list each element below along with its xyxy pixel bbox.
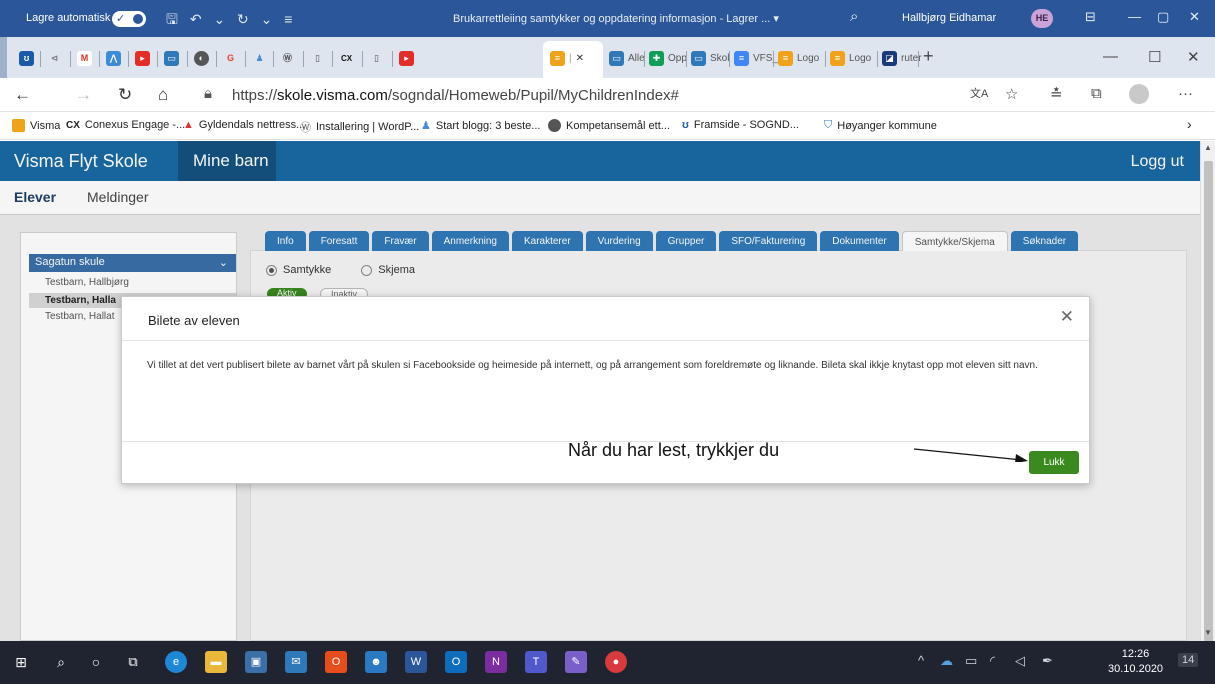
battery-icon[interactable]: ▭ bbox=[965, 653, 977, 669]
wifi-icon[interactable]: ◜ bbox=[990, 653, 995, 669]
browser-tab-strip: ʊ ⊲ M ⋀ ▸ ▭ ◐ G ♟ Ⓦ ▯ CX ▯ ▸ ≡ | ✕ ▭ Alle ✚… bbox=[0, 37, 1215, 78]
word-title-bar: Lagre automatisk ✓ 🖫 ↶ ⌄ ↻ ⌄ ≡ Brukarret… bbox=[0, 0, 1215, 37]
home-icon[interactable]: ⌂ bbox=[158, 85, 168, 105]
lukk-button[interactable]: Lukk bbox=[1029, 451, 1079, 474]
modal-close-icon[interactable]: ✕ bbox=[1060, 307, 1074, 327]
pen-icon[interactable]: ✒ bbox=[1042, 653, 1053, 669]
user-name[interactable]: Hallbjørg Eidhamar bbox=[902, 12, 996, 24]
store-icon[interactable]: ▣ bbox=[245, 651, 267, 673]
bookmark-gyldendal[interactable]: ▲ Gyldendals nettress... bbox=[183, 119, 305, 131]
address-bar: ← → ↻ ⌂ 🔒︎ https://skole.visma.com/sognd… bbox=[0, 78, 1215, 112]
page-scrollbar[interactable]: ▲ ▼ bbox=[1200, 141, 1215, 656]
tab-visma-active[interactable]: ≡ | ✕ bbox=[550, 47, 584, 69]
word-icon[interactable]: W bbox=[405, 651, 427, 673]
volume-icon[interactable]: ◁ bbox=[1015, 653, 1025, 669]
tab-youtube2[interactable]: ▸ bbox=[399, 47, 414, 69]
whiteboard-icon[interactable]: ✎ bbox=[565, 651, 587, 673]
divider bbox=[122, 340, 1089, 341]
tab-framside[interactable]: ʊ bbox=[19, 47, 34, 69]
tab-vfs[interactable]: ≡ VFS_ bbox=[734, 47, 778, 69]
ribbon-display-icon[interactable]: ⊟ bbox=[1085, 9, 1096, 25]
bookmark-visma[interactable]: Visma bbox=[12, 119, 60, 132]
quick-access-icons[interactable]: 🖫 ↶ ⌄ ↻ ⌄ ≡ bbox=[166, 9, 296, 33]
tab-blogg[interactable]: ♟ bbox=[252, 47, 267, 69]
browser-maximize-icon[interactable]: ☐ bbox=[1148, 48, 1161, 66]
user-avatar[interactable]: HE bbox=[1031, 9, 1053, 28]
consent-modal: Bilete av eleven ✕ Vi tillet at det vert… bbox=[121, 296, 1090, 484]
bookmark-wordpress[interactable]: Ⓦ Installering | WordP... bbox=[300, 119, 419, 135]
lock-icon[interactable]: 🔒︎ bbox=[204, 85, 212, 102]
onenote-icon[interactable]: N bbox=[485, 651, 507, 673]
bookmark-kompetanse[interactable]: Kompetansemål ett... bbox=[548, 119, 670, 132]
tab-blue[interactable]: ▭ bbox=[164, 47, 179, 69]
tab-ruter[interactable]: ◪ ruter bbox=[882, 47, 922, 69]
tab-conexus[interactable]: CX bbox=[339, 47, 354, 69]
edge-icon[interactable]: e bbox=[165, 651, 187, 673]
tab-logo1[interactable]: ≡ Logo bbox=[778, 47, 819, 69]
windows-taskbar: ⊞ ⌕ ○ ⧉ e ▬ ▣ ✉ O ☻ W O N T ✎ ● ^ ☁ ▭ ◜ … bbox=[0, 641, 1215, 684]
bookmark-hoyanger[interactable]: ⛉ Høyanger kommune bbox=[824, 119, 937, 132]
forward-icon[interactable]: → bbox=[75, 85, 92, 105]
tab-doc2[interactable]: ▯ bbox=[369, 47, 384, 69]
restore-icon[interactable]: ▢ bbox=[1157, 9, 1169, 25]
favorites-list-icon[interactable]: ≛ bbox=[1050, 85, 1063, 103]
notifications-icon[interactable]: 14 bbox=[1178, 653, 1199, 667]
office-icon[interactable]: O bbox=[325, 651, 347, 673]
tab-opp[interactable]: ✚ Opp bbox=[649, 47, 687, 69]
tab-doc[interactable]: ▯ bbox=[310, 47, 325, 69]
tab-google[interactable]: G bbox=[223, 47, 238, 69]
collections-icon[interactable]: ⧉ bbox=[1091, 85, 1102, 102]
search-icon[interactable]: ⌕ bbox=[850, 8, 858, 25]
tab-plane[interactable]: ⊲ bbox=[47, 47, 62, 69]
tray-chevron-icon[interactable]: ^ bbox=[918, 653, 924, 668]
clock[interactable]: 12:26 30.10.2020 bbox=[1108, 647, 1163, 677]
translate-icon[interactable]: 文A bbox=[970, 85, 988, 101]
bookmarks-more-icon[interactable]: › bbox=[1187, 116, 1192, 132]
tab-skole[interactable]: ▭ Skol bbox=[691, 47, 729, 69]
autosave-toggle[interactable]: ✓ bbox=[112, 11, 146, 27]
tab-alle[interactable]: ▭ Alle bbox=[609, 47, 645, 69]
back-icon[interactable]: ← bbox=[14, 85, 31, 105]
tab-logo2[interactable]: ≡ Logo bbox=[830, 47, 871, 69]
modal-body: Vi tillet at det vert publisert bilete a… bbox=[147, 360, 1038, 371]
modal-title: Bilete av eleven bbox=[148, 313, 240, 328]
tab-app[interactable]: ⋀ bbox=[106, 47, 121, 69]
teams-icon[interactable]: T bbox=[525, 651, 547, 673]
bookmark-conexus[interactable]: CX Conexus Engage -... bbox=[66, 119, 185, 131]
recorder-icon[interactable]: ● bbox=[605, 651, 627, 673]
document-title[interactable]: Brukarrettleiing samtykker og oppdaterin… bbox=[453, 12, 779, 25]
tab-youtube[interactable]: ▸ bbox=[135, 47, 150, 69]
tab-gmail[interactable]: M bbox=[77, 47, 92, 69]
windows-start-icon[interactable]: ⊞ bbox=[10, 651, 32, 673]
bookmark-blogg[interactable]: ♟ Start blogg: 3 beste... bbox=[421, 119, 540, 133]
mail-icon[interactable]: ✉ bbox=[285, 651, 307, 673]
more-icon[interactable]: ··· bbox=[1178, 85, 1193, 102]
autosave-label: Lagre automatisk bbox=[26, 12, 111, 24]
tab-kompetanse[interactable]: ◐ bbox=[194, 47, 209, 69]
profile-icon[interactable] bbox=[1129, 84, 1149, 104]
close-icon[interactable]: ✕ bbox=[1189, 9, 1200, 25]
cortana-icon[interactable]: ○ bbox=[85, 651, 107, 673]
favorite-star-icon[interactable]: ☆ bbox=[1005, 85, 1018, 103]
tab-wordpress[interactable]: Ⓦ bbox=[280, 47, 295, 69]
search-icon[interactable]: ⌕ bbox=[50, 651, 72, 673]
url-field[interactable]: https://skole.visma.com/sogndal/Homeweb/… bbox=[232, 87, 679, 104]
bookmarks-bar: Visma CX Conexus Engage -... ▲ Gyldendals … bbox=[0, 112, 1215, 140]
refresh-icon[interactable]: ↻ bbox=[118, 85, 132, 105]
people-icon[interactable]: ☻ bbox=[365, 651, 387, 673]
arrow-icon bbox=[914, 448, 1028, 462]
new-tab-icon[interactable]: + bbox=[923, 46, 934, 67]
outlook-icon[interactable]: O bbox=[445, 651, 467, 673]
onedrive-icon[interactable]: ☁ bbox=[940, 653, 953, 669]
instruction-annotation: Når du har lest, trykkjer du bbox=[568, 440, 780, 460]
bookmark-framside[interactable]: ʊ Framside - SOGND... bbox=[682, 119, 799, 131]
browser-close-icon[interactable]: ✕ bbox=[1187, 48, 1200, 66]
task-view-icon[interactable]: ⧉ bbox=[122, 651, 144, 673]
file-explorer-icon[interactable]: ▬ bbox=[205, 651, 227, 673]
minimize-icon[interactable]: — bbox=[1128, 9, 1141, 24]
browser-minimize-icon[interactable]: — bbox=[1103, 48, 1118, 65]
